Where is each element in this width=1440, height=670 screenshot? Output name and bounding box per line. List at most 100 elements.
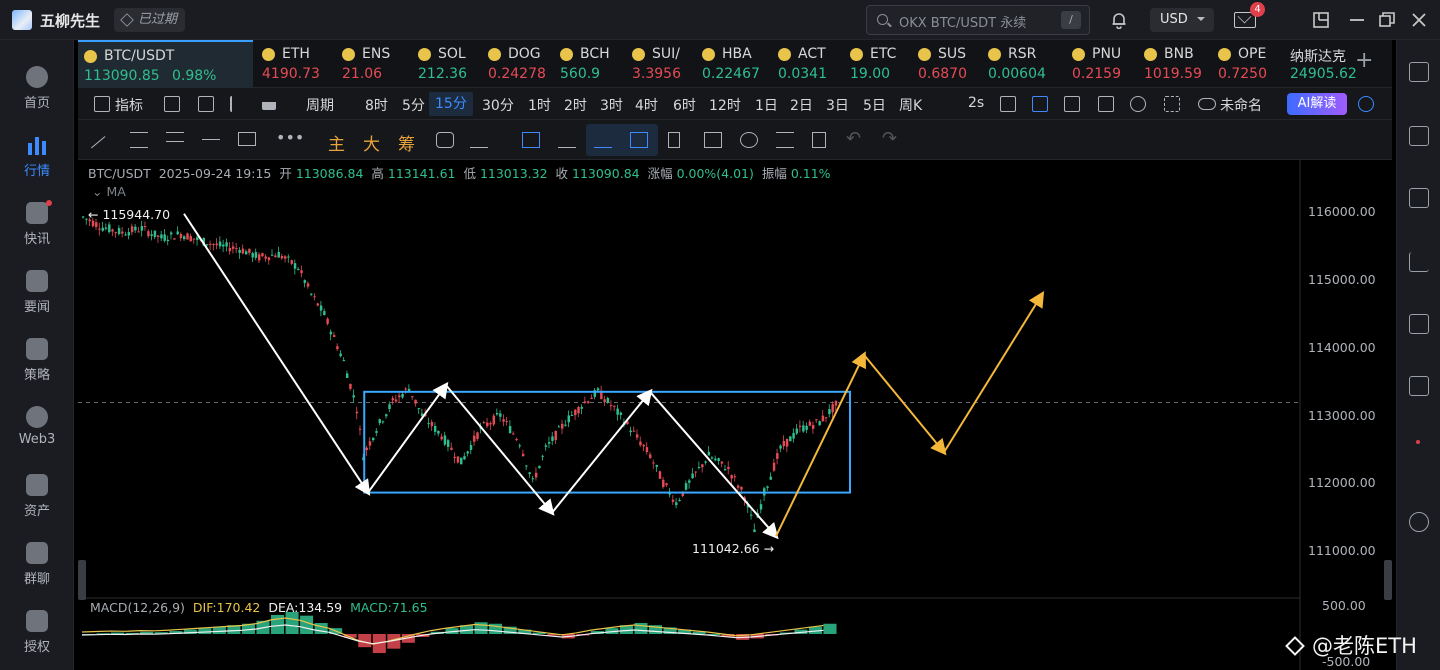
dollar-file-icon[interactable] — [1409, 188, 1429, 208]
indicator-icon[interactable] — [94, 96, 110, 112]
cloud-icon[interactable] — [1198, 98, 1216, 110]
eraser-tool-icon[interactable] — [558, 132, 576, 148]
clipboard-tool-icon[interactable] — [668, 132, 680, 148]
expand-icon[interactable] — [1164, 96, 1180, 112]
ticker-item[interactable]: SUI/3.3956 — [626, 40, 694, 88]
ruler-tool-icon[interactable] — [470, 132, 488, 148]
nav-item-home[interactable]: 首页 — [0, 60, 74, 120]
timeframe-option[interactable]: 3日 — [826, 95, 849, 115]
nav-item-news[interactable]: 要闻 — [0, 264, 74, 324]
exchange-icon[interactable] — [1409, 512, 1429, 532]
ticker-item[interactable]: 纳斯达克 24905.62 — [1284, 40, 1356, 88]
main-chip-button[interactable]: 主 — [328, 130, 345, 155]
ticker-item[interactable]: HBA 0.22467 — [696, 40, 770, 88]
left-collapse-handle[interactable] — [78, 560, 86, 600]
cursor-icon[interactable] — [1064, 96, 1080, 112]
indicators-button[interactable]: 指标 — [115, 95, 143, 115]
timeframe-option[interactable]: 5日 — [863, 95, 886, 115]
ticker-item[interactable]: DOG 0.24278 — [482, 40, 552, 88]
ticker-item[interactable]: OPE 0.7250 — [1212, 40, 1282, 88]
timeframe-option[interactable]: 3时 — [600, 95, 623, 115]
timeframe-option[interactable]: 12时 — [709, 95, 741, 115]
candle-type-icon[interactable] — [262, 96, 276, 110]
nav-item-flash-news[interactable]: 快讯 — [0, 196, 74, 256]
bell-icon[interactable] — [1110, 11, 1128, 29]
replay-icon[interactable] — [230, 96, 246, 112]
timeframe-option[interactable]: 1日 — [755, 95, 778, 115]
nav-item-assets[interactable]: 资产 — [0, 468, 74, 528]
more-tools-icon[interactable]: ••• — [276, 128, 304, 147]
nav-item-group-chat[interactable]: 群聊 — [0, 536, 74, 596]
chip-distribution-button[interactable]: 筹 — [398, 130, 415, 155]
refresh-interval[interactable]: 2s — [968, 95, 984, 111]
list-icon[interactable] — [1409, 62, 1429, 82]
ticker-item[interactable]: BCH 560.9 — [554, 40, 624, 88]
chart-canvas[interactable] — [78, 160, 1392, 670]
timeframe-option[interactable]: 6时 — [673, 95, 696, 115]
trash-icon[interactable] — [812, 132, 826, 148]
magnet-tool-icon[interactable] — [522, 132, 540, 148]
restore-icon[interactable] — [1378, 11, 1396, 29]
horizontal-lines-tool-icon[interactable] — [166, 132, 184, 142]
rectangle-tool-icon[interactable] — [238, 132, 256, 146]
search-box[interactable]: OKX BTC/USDT 永续 / — [866, 5, 1090, 35]
ticker-item[interactable]: SOL 212.36 — [412, 40, 480, 88]
timeframe-option[interactable]: 4时 — [635, 95, 658, 115]
parallel-channel-tool-icon[interactable] — [130, 132, 148, 148]
share-icon[interactable] — [1358, 96, 1374, 112]
monitor-chart-icon[interactable] — [1409, 314, 1429, 334]
timeframe-option[interactable]: 5分 — [402, 95, 425, 115]
calendar-icon[interactable] — [164, 96, 180, 112]
ai-analysis-button[interactable]: AI解读 — [1287, 93, 1347, 115]
ticker-item[interactable]: RSR 0.00604 — [982, 40, 1064, 88]
etf-icon[interactable] — [1409, 376, 1429, 396]
note-tool-icon[interactable] — [704, 132, 722, 148]
chart-area[interactable]: BTC/USDT 2025-09-24 19:15 开 113086.84 高 … — [78, 160, 1392, 670]
period-dropdown[interactable]: 周期 — [306, 95, 334, 115]
candle-tool-icon[interactable] — [630, 132, 648, 148]
brush-tool-icon[interactable] — [740, 132, 758, 148]
timeframe-option[interactable]: 15分 — [429, 92, 473, 116]
ticker-item[interactable]: ETC 19.00 — [844, 40, 910, 88]
timeframe-option[interactable]: 30分 — [482, 95, 514, 115]
pencil-tool-icon[interactable] — [594, 132, 612, 148]
layout-name-dropdown[interactable]: 未命名 — [1220, 95, 1262, 115]
camera-icon[interactable] — [1000, 96, 1016, 112]
pen-icon[interactable] — [1032, 96, 1048, 112]
nav-item-market[interactable]: 行情 — [0, 128, 74, 188]
trend-chart-icon[interactable] — [1409, 252, 1429, 272]
right-collapse-handle[interactable] — [1384, 560, 1392, 600]
big-order-button[interactable]: 大 — [363, 130, 380, 155]
ticker-item[interactable]: ACT 0.0341 — [772, 40, 842, 88]
timeframe-option[interactable]: 1时 — [528, 95, 551, 115]
timeframe-option[interactable]: 2时 — [564, 95, 587, 115]
undo-icon[interactable]: ↶ — [846, 128, 861, 149]
chevron-down-icon[interactable]: ⌄ — [92, 184, 102, 199]
ticker-item[interactable]: BNB 1019.59 — [1138, 40, 1210, 88]
ticker-item[interactable]: SUS 0.6870 — [912, 40, 980, 88]
nav-item-web3[interactable]: Web3 — [0, 400, 74, 460]
ma-indicator-label[interactable]: ⌄ MA — [92, 184, 126, 199]
rotate-tool-icon[interactable] — [436, 132, 454, 148]
membership-status-badge[interactable]: 已过期 — [114, 8, 186, 32]
close-icon[interactable] — [1410, 11, 1428, 29]
add-ticker-button[interactable]: + — [1355, 48, 1373, 73]
ticker-item[interactable]: BTC/USDT 113090.85 0.98% — [78, 40, 253, 88]
ticker-item[interactable]: PNU 0.2159 — [1066, 40, 1136, 88]
timeframe-option[interactable]: 周K — [899, 95, 922, 115]
search-input[interactable]: OKX BTC/USDT 永续 — [899, 12, 1026, 31]
ticker-item[interactable]: ENS 21.06 — [336, 40, 408, 88]
settings-icon[interactable] — [1130, 96, 1146, 112]
nav-item-authorize[interactable]: 授权 — [0, 604, 74, 664]
nav-item-strategy[interactable]: 策略 — [0, 332, 74, 392]
horizontal-ray-tool-icon[interactable] — [202, 132, 220, 140]
chart-type-icon[interactable] — [1098, 96, 1114, 112]
trend-line-tool-icon[interactable] — [90, 136, 116, 160]
timeframe-option[interactable]: 8时 — [365, 95, 388, 115]
ticker-item[interactable]: ETH 4190.73 — [256, 40, 332, 88]
timeframe-option[interactable]: 2日 — [790, 95, 813, 115]
filter-tool-icon[interactable] — [776, 132, 794, 148]
minimize-icon[interactable] — [1348, 11, 1366, 29]
layout-icon[interactable] — [198, 96, 214, 112]
document-icon[interactable] — [1409, 126, 1429, 146]
